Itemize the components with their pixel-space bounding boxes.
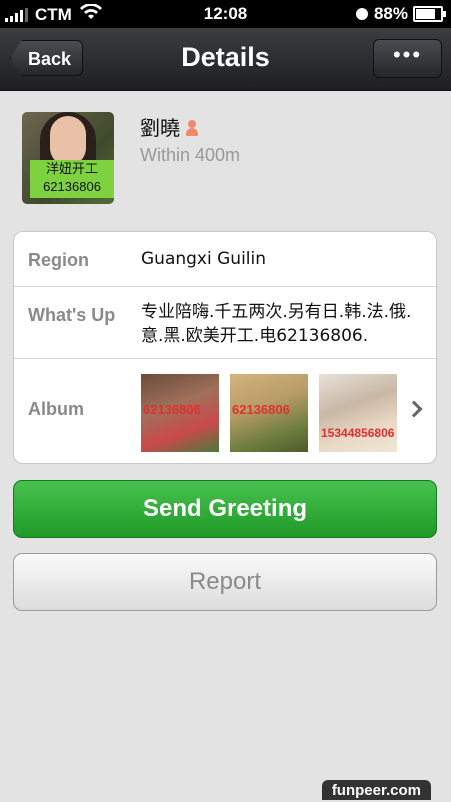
album-label: Album [28,399,84,419]
status-bar: CTM 12:08 88% [0,0,451,28]
battery-icon [413,6,446,22]
send-greeting-button[interactable]: Send Greeting [13,480,437,538]
profile-name-text: 劉曉 [140,116,180,140]
chevron-right-icon[interactable] [405,400,423,418]
more-options-button[interactable]: ••• [373,39,442,78]
region-label: Region [28,250,89,270]
region-row: Region Guangxi Guilin [14,232,436,287]
whatsup-row: What's Up 专业陪嗨.千五两次.另有日.韩.法.俄.意.黑.欧美开工.电… [14,286,436,359]
avatar-face [50,116,86,166]
watermark: funpeer.com [321,780,431,800]
battery-percent: 88% [373,4,408,23]
nav-bar: Back Details ••• [0,28,451,91]
album-thumbnail[interactable]: 62136806 [141,374,219,452]
whatsup-label: What's Up [28,305,116,325]
info-card: Region Guangxi Guilin What's Up 专业陪嗨.千五两… [13,231,437,464]
whatsup-value: 专业陪嗨.千五两次.另有日.韩.法.俄.意.黑.欧美开工.电62136806. [141,302,412,346]
profile-name: 劉曉 [140,112,198,141]
battery-fill [416,9,435,19]
report-button[interactable]: Report [13,553,437,611]
album-thumbnail-watermark: 15344856806 [321,426,395,440]
album-thumbnail-watermark: 62136806 [143,402,201,417]
album-thumbnail[interactable]: 15344856806 [319,374,397,452]
album-row[interactable]: Album 62136806 62136806 15344856806 [14,358,436,463]
profile-distance: Within 400m [140,145,241,165]
region-value: Guangxi Guilin [141,249,267,269]
status-right: 88% [355,4,446,24]
avatar-caption-line2: 62136806 [43,179,101,194]
avatar-caption-line1: 洋妞开工 [45,161,98,176]
avatar[interactable]: 洋妞开工 62136806 [22,112,114,204]
female-icon [186,120,198,136]
clock-icon [355,8,368,20]
avatar-caption: 洋妞开工 62136806 [30,160,114,198]
album-thumbnail[interactable]: 62136806 [230,374,308,452]
album-thumbnail-watermark: 62136806 [232,402,290,417]
